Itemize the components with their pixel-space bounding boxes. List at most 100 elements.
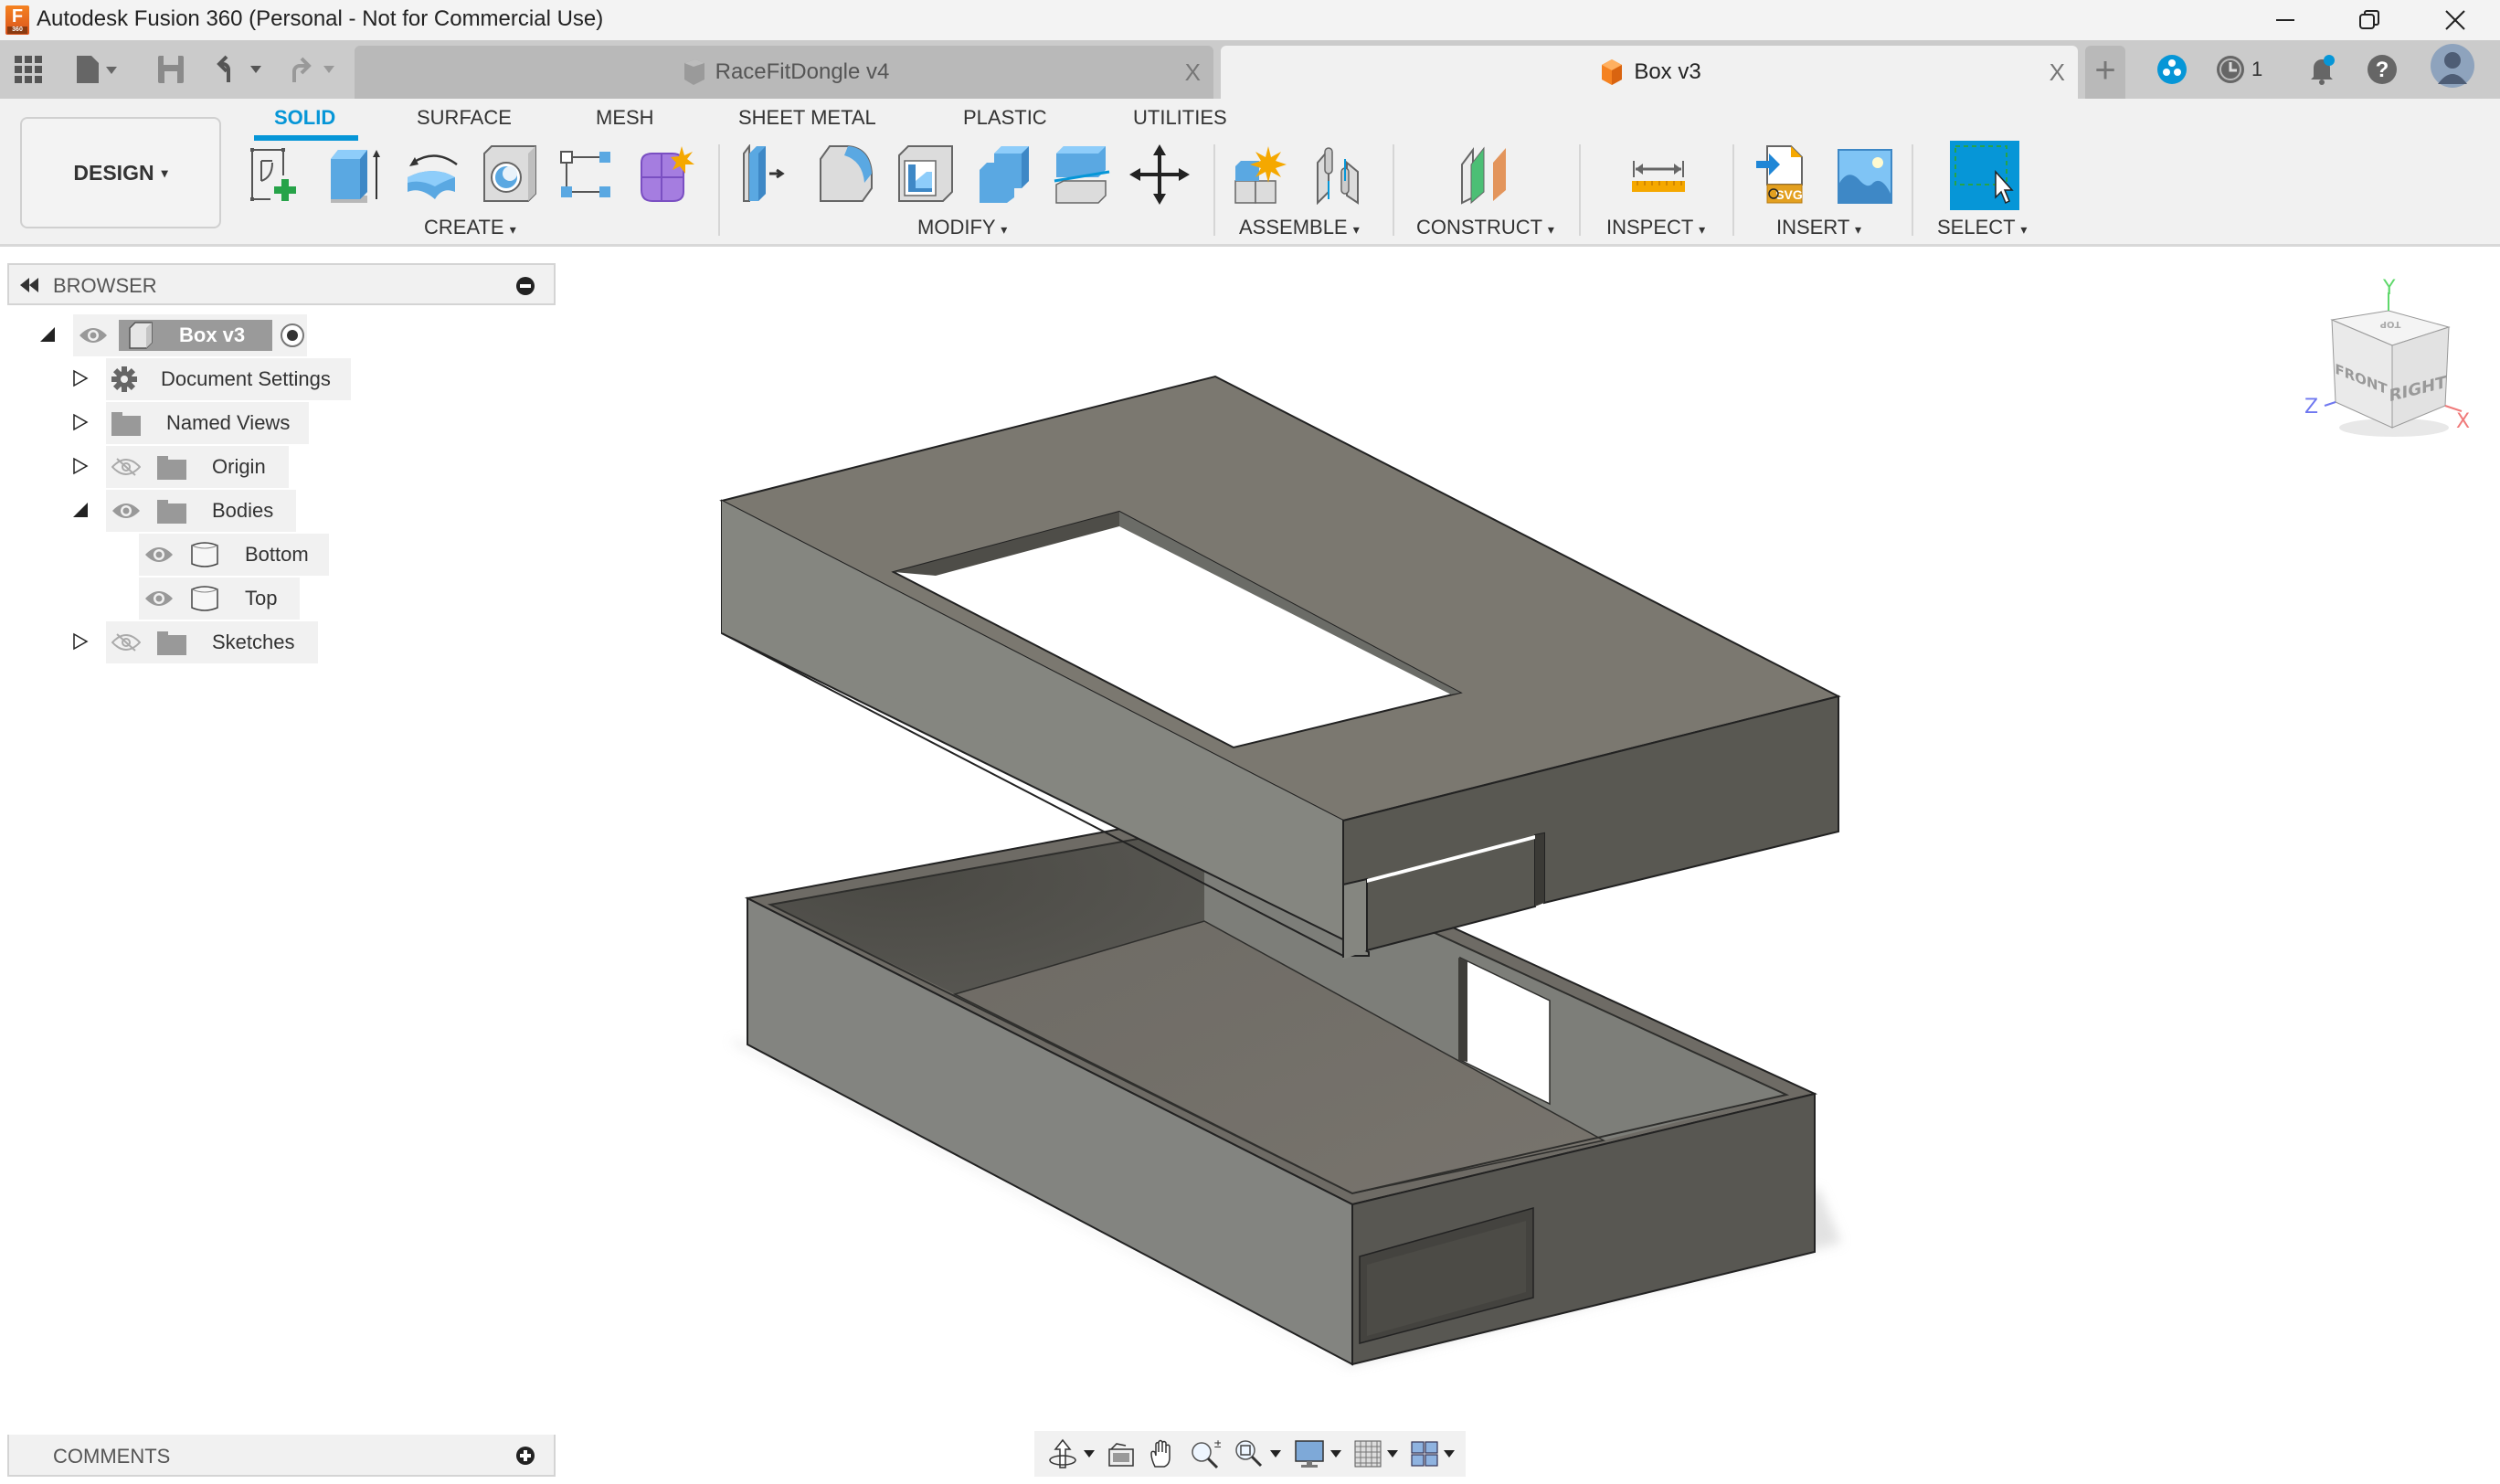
eye-hidden-icon[interactable] [111, 633, 141, 652]
new-tab-button[interactable]: + [2085, 46, 2125, 99]
notifications-button[interactable] [2306, 51, 2337, 88]
collapse-panel-icon[interactable] [18, 278, 40, 292]
tab-solid[interactable]: SOLID [274, 106, 335, 130]
construct-menu[interactable]: CONSTRUCT ▾ [1416, 216, 1554, 239]
move-copy-icon[interactable] [1129, 144, 1190, 205]
look-at-button[interactable] [1107, 1440, 1135, 1468]
expanded-triangle-icon[interactable] [71, 501, 90, 519]
component-icon [683, 59, 704, 85]
minimize-panel-icon[interactable] [515, 276, 535, 296]
measure-icon[interactable] [1628, 144, 1689, 205]
assemble-menu[interactable]: ASSEMBLE ▾ [1239, 216, 1360, 239]
view-cube[interactable]: TOP FRONT RIGHT Y Z X [2284, 274, 2500, 448]
chevron-down-icon[interactable] [1387, 1450, 1398, 1458]
pattern-icon[interactable] [557, 144, 618, 205]
add-comment-icon[interactable] [515, 1446, 535, 1466]
browser-item-document-settings[interactable]: Document Settings [106, 358, 351, 400]
activate-radio-icon[interactable] [280, 323, 305, 348]
user-avatar[interactable] [2431, 44, 2474, 88]
collapsed-triangle-icon[interactable] [71, 413, 90, 431]
extensions-button[interactable] [2156, 51, 2188, 88]
tab-utilities[interactable]: UTILITIES [1133, 106, 1227, 130]
create-sketch-icon[interactable] [249, 144, 309, 205]
tab-box-v3[interactable]: Box v3 X [1221, 46, 2078, 99]
combine-icon[interactable] [974, 144, 1034, 205]
folder-icon [111, 412, 141, 436]
insert-menu[interactable]: INSERT ▾ [1776, 216, 1861, 239]
close-button[interactable] [2414, 0, 2496, 40]
redo-button[interactable] [289, 51, 340, 88]
folder-icon [157, 456, 186, 480]
expanded-triangle-icon[interactable] [38, 325, 57, 344]
restore-button[interactable] [2328, 0, 2410, 40]
3d-model-viewport[interactable] [676, 347, 1882, 1389]
browser-item-sketches[interactable]: Sketches [106, 621, 318, 663]
browser-item-body-top[interactable]: Top [139, 578, 300, 620]
file-menu-button[interactable] [75, 51, 119, 88]
insert-canvas-icon[interactable] [1835, 144, 1895, 205]
hole-icon[interactable] [479, 144, 539, 205]
new-component-icon[interactable] [1232, 144, 1292, 205]
chevron-down-icon[interactable] [1270, 1450, 1281, 1458]
tab-plastic[interactable]: PLASTIC [963, 106, 1047, 130]
shell-icon[interactable] [895, 144, 956, 205]
grid-snaps-button[interactable] [1354, 1440, 1398, 1468]
select-icon[interactable] [1950, 141, 2019, 210]
press-pull-icon[interactable] [738, 144, 799, 205]
logo-sub: 360 [7, 26, 27, 34]
chevron-down-icon[interactable] [1084, 1450, 1095, 1458]
modify-menu[interactable]: MODIFY ▾ [917, 216, 1007, 239]
browser-panel-header: BROWSER [7, 263, 556, 305]
browser-item-bodies[interactable]: Bodies [106, 490, 296, 532]
eye-hidden-icon[interactable] [111, 458, 141, 476]
browser-item-origin[interactable]: Origin [106, 446, 289, 488]
browser-root-box-v3[interactable]: Box v3 [73, 314, 307, 356]
eye-icon[interactable] [79, 326, 108, 344]
display-settings-button[interactable] [1294, 1439, 1341, 1468]
eye-icon[interactable] [144, 546, 174, 564]
split-body-icon[interactable] [1053, 144, 1113, 205]
restore-icon [2359, 10, 2379, 29]
select-menu[interactable]: SELECT ▾ [1937, 216, 2027, 239]
joint-icon[interactable] [1310, 144, 1371, 205]
tab-close-button[interactable]: X [1185, 58, 1201, 87]
extrude-icon[interactable] [323, 144, 384, 205]
tab-racefitdongle[interactable]: RaceFitDongle v4 X [355, 46, 1213, 99]
pan-button[interactable] [1148, 1439, 1177, 1468]
undo-button[interactable] [216, 51, 267, 88]
fillet-icon[interactable] [817, 144, 877, 205]
create-menu[interactable]: CREATE ▾ [424, 216, 516, 239]
viewports-button[interactable] [1411, 1441, 1455, 1467]
logo-letter: F [11, 6, 24, 26]
create-form-icon[interactable] [636, 144, 696, 205]
minimize-button[interactable] [2244, 0, 2326, 40]
eye-icon[interactable] [111, 502, 141, 520]
chevron-down-icon[interactable] [1444, 1450, 1455, 1458]
browser-item-body-bottom[interactable]: Bottom [139, 534, 329, 576]
eye-icon[interactable] [144, 589, 174, 608]
fit-button[interactable] [1234, 1438, 1281, 1469]
divider [1912, 144, 1913, 236]
help-button[interactable]: ? [2367, 51, 2398, 88]
tab-close-button[interactable]: X [2050, 58, 2065, 87]
collapsed-triangle-icon[interactable] [71, 369, 90, 387]
offset-plane-icon[interactable] [1457, 144, 1517, 205]
browser-item-named-views[interactable]: Named Views [106, 402, 309, 444]
tab-surface[interactable]: SURFACE [417, 106, 512, 130]
toolbar-ribbon: DESIGN ▾ SOLID SURFACE MESH SHEET METAL … [0, 99, 2500, 247]
orbit-button[interactable] [1047, 1438, 1095, 1469]
app-grid-button[interactable] [15, 51, 42, 88]
save-button[interactable] [157, 51, 185, 88]
inspect-menu[interactable]: INSPECT ▾ [1606, 216, 1705, 239]
tab-sheet-metal[interactable]: SHEET METAL [738, 106, 876, 130]
collapsed-triangle-icon[interactable] [71, 457, 90, 475]
insert-svg-icon[interactable]: SVG [1754, 144, 1815, 205]
workspace-switcher[interactable]: DESIGN ▾ [20, 117, 221, 228]
save-icon [158, 56, 184, 83]
zoom-button[interactable]: ± [1190, 1438, 1221, 1469]
chevron-down-icon[interactable] [1330, 1450, 1341, 1458]
job-status-button[interactable]: 1 [2215, 51, 2262, 88]
collapsed-triangle-icon[interactable] [71, 632, 90, 651]
revolve-icon[interactable] [404, 144, 464, 205]
tab-mesh[interactable]: MESH [596, 106, 654, 130]
